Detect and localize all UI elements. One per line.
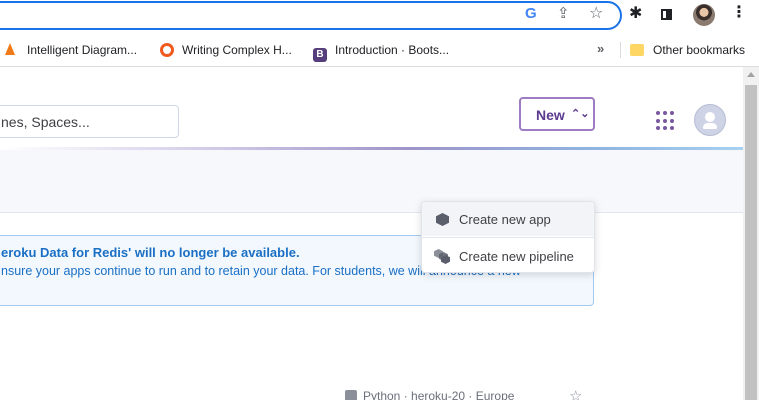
extensions-icon[interactable]: ✱	[629, 6, 642, 22]
user-avatar[interactable]	[694, 104, 726, 136]
bootstrap-icon: B	[313, 48, 327, 62]
bookmark-intelligent-diagram[interactable]: Intelligent Diagram...	[5, 42, 137, 58]
bookmark-bootstrap-intro[interactable]: B Introduction · Boots...	[313, 42, 450, 62]
menu-item-label: Create new app	[459, 212, 551, 227]
subheader-bar	[0, 150, 743, 213]
chevron-updown-icon: ⌃⌄	[571, 108, 590, 120]
other-bookmarks-label: Other bookmarks	[653, 43, 746, 57]
menu-item-create-app[interactable]: Create new app	[422, 202, 594, 236]
favorite-star-icon[interactable]: ☆	[569, 387, 582, 400]
app-meta-text: Python · heroku-20 · Europe	[363, 389, 515, 400]
pipeline-icon	[434, 249, 450, 265]
diagram-icon	[5, 43, 15, 55]
bookmarks-divider	[620, 42, 621, 58]
search-input[interactable]	[0, 105, 179, 138]
scrollbar-thumb[interactable]	[745, 85, 757, 400]
folder-icon	[630, 44, 644, 56]
profile-avatar[interactable]	[693, 4, 715, 26]
app-hexagon-icon	[436, 213, 449, 226]
menu-item-label: Create new pipeline	[459, 249, 574, 264]
apps-grid-icon[interactable]	[656, 111, 676, 131]
scroll-up-arrow-icon[interactable]	[747, 72, 755, 77]
python-icon	[345, 390, 357, 400]
menu-item-create-pipeline[interactable]: Create new pipeline	[422, 239, 594, 273]
app-header	[0, 67, 743, 147]
bookmarks-overflow-icon[interactable]: »	[597, 41, 604, 56]
menu-icon[interactable]: ⋮	[731, 5, 747, 21]
new-button-label: New	[536, 107, 565, 123]
ring-icon	[160, 43, 174, 57]
new-button[interactable]: New ⌃⌄	[519, 97, 595, 131]
browser-toolbar: G ⇪ ☆ ✱ ⋮	[0, 0, 759, 33]
page-content: eroku Data for Redis' will no longer be …	[0, 67, 743, 400]
bookmark-label: Introduction · Boots...	[335, 43, 450, 57]
bookmark-label: Writing Complex H...	[182, 43, 292, 57]
share-icon[interactable]: ⇪	[557, 6, 570, 22]
bookmark-star-icon[interactable]: ☆	[589, 6, 603, 22]
menu-divider	[422, 237, 594, 238]
google-lens-icon[interactable]: G	[525, 6, 537, 22]
bookmarks-bar: Intelligent Diagram... Writing Complex H…	[0, 33, 759, 67]
bookmark-writing-complex[interactable]: Writing Complex H...	[160, 42, 292, 58]
app-meta: Python · heroku-20 · Europe	[345, 389, 514, 400]
alert-title: eroku Data for Redis' will no longer be …	[1, 245, 300, 260]
bookmark-label: Intelligent Diagram...	[27, 43, 138, 57]
other-bookmarks[interactable]: Other bookmarks	[630, 42, 745, 58]
page-scrollbar[interactable]	[743, 67, 759, 400]
new-dropdown-menu: Create new app Create new pipeline	[421, 201, 595, 273]
side-panel-icon[interactable]	[661, 9, 672, 20]
